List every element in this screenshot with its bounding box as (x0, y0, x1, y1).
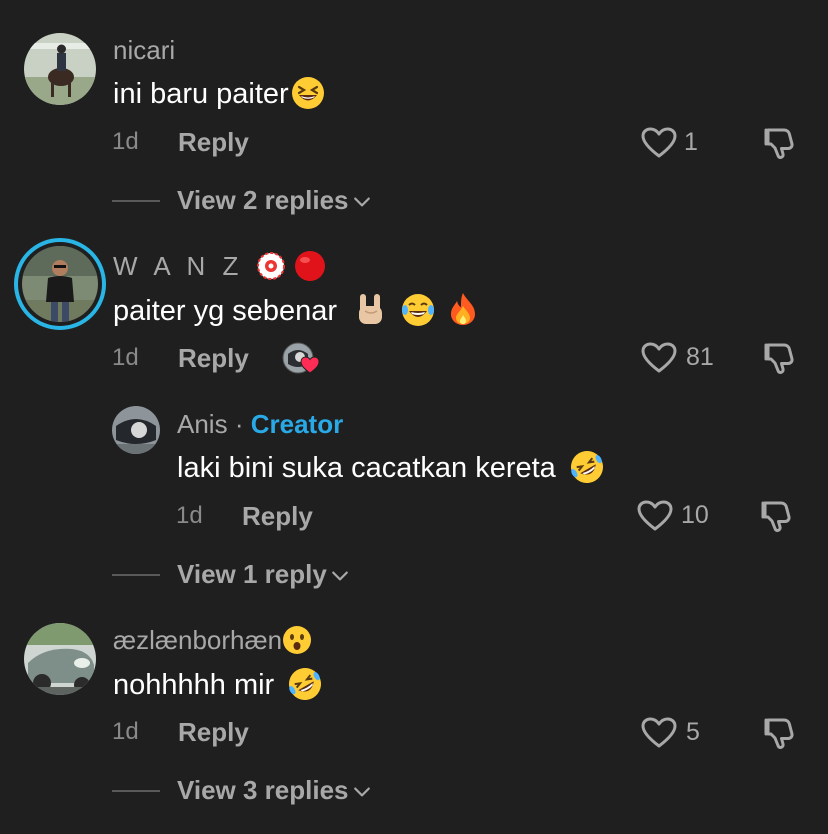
view-replies-button[interactable]: View 1 reply (177, 559, 349, 589)
like-heart-icon[interactable] (641, 342, 677, 374)
avatar[interactable] (22, 246, 98, 322)
comment-time: 1d (112, 344, 139, 371)
chevron-down-icon (353, 786, 371, 798)
reply-username[interactable]: Anis · Creator (177, 409, 343, 439)
dislike-icon[interactable] (762, 126, 796, 160)
like-count: 81 (686, 343, 714, 371)
avatar[interactable] (112, 406, 160, 454)
comment-text: ini baru paiter (113, 77, 325, 111)
divider (112, 790, 160, 792)
red-heart-icon (300, 356, 320, 374)
like-count: 1 (684, 128, 698, 156)
hushed-face-emoji (283, 626, 312, 655)
divider (112, 574, 160, 576)
sign-of-horns-emoji (359, 294, 383, 325)
comment-username[interactable]: W A N Z (113, 251, 326, 282)
comment-time: 1d (112, 718, 139, 745)
rolling-on-the-floor-laughing-emoji (570, 451, 603, 484)
reply-text: laki bini suka cacatkan kereta (177, 451, 604, 485)
comment-username[interactable]: nicari (113, 35, 175, 65)
comment-text: paiter yg sebenar (113, 293, 479, 328)
creator-liked-badge (282, 342, 322, 376)
creator-badge: Creator (250, 409, 344, 439)
reply-button[interactable]: Reply (178, 343, 249, 373)
rolling-on-the-floor-laughing-emoji (289, 668, 322, 701)
dislike-icon[interactable] (759, 499, 793, 533)
avatar[interactable] (24, 623, 96, 695)
grinning-squinting-face-emoji (291, 77, 324, 110)
like-count: 10 (681, 501, 709, 529)
reply-time: 1d (176, 502, 203, 529)
face-with-tears-of-joy-emoji (402, 294, 435, 327)
like-heart-icon[interactable] (641, 717, 677, 749)
avatar[interactable] (24, 33, 96, 105)
like-count: 5 (686, 718, 700, 746)
divider (112, 200, 160, 202)
comment-username[interactable]: æzlænborhæn (113, 625, 312, 655)
chevron-down-icon (331, 570, 349, 582)
reply-button[interactable]: Reply (178, 127, 249, 157)
red-flower-badge-icon (256, 252, 285, 281)
red-circle-icon (294, 251, 325, 282)
reply-button[interactable]: Reply (178, 717, 249, 747)
like-heart-icon[interactable] (641, 127, 677, 159)
comment-time: 1d (112, 128, 139, 155)
reply-button[interactable]: Reply (242, 501, 313, 531)
dislike-icon[interactable] (762, 716, 796, 750)
view-replies-button[interactable]: View 2 replies (177, 185, 371, 215)
chevron-down-icon (353, 196, 371, 208)
fire-emoji (451, 293, 476, 326)
dislike-icon[interactable] (762, 341, 796, 375)
like-heart-icon[interactable] (637, 500, 673, 532)
view-replies-button[interactable]: View 3 replies (177, 775, 371, 805)
comment-text: nohhhhh mir (113, 668, 322, 702)
